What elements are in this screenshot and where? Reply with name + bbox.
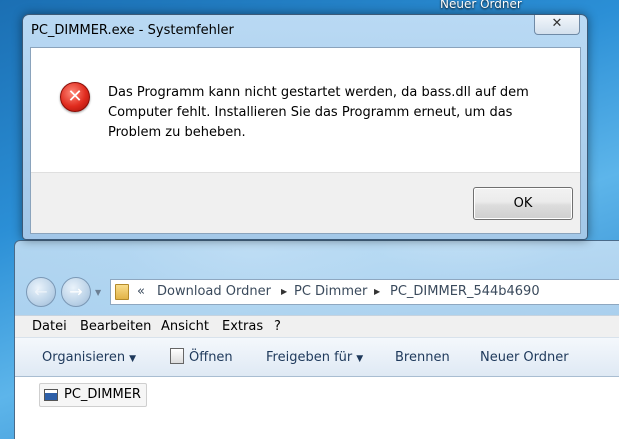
- file-name: PC_DIMMER: [64, 387, 141, 402]
- menu-bearbeiten[interactable]: Bearbeiten: [80, 316, 151, 338]
- file-item[interactable]: PC_DIMMER: [39, 383, 147, 407]
- application-icon: [44, 389, 58, 401]
- close-button[interactable]: ✕: [534, 15, 580, 35]
- explorer-window: ← → ▼ « Download Ordner ▶ PC Dimmer ▶ PC…: [14, 240, 619, 439]
- breadcrumb-download-ordner[interactable]: Download Ordner: [157, 280, 271, 304]
- error-dialog: PC_DIMMER.exe - Systemfehler ✕ ✕ Das Pro…: [22, 14, 588, 240]
- dialog-footer: OK: [31, 172, 580, 233]
- arrow-left-icon: ←: [34, 282, 48, 301]
- dialog-message-area: ✕ Das Programm kann nicht gestartet werd…: [31, 48, 580, 172]
- close-icon: ✕: [551, 16, 563, 31]
- menu-bar: Datei Bearbeiten Ansicht Extras ?: [15, 315, 619, 337]
- chevron-right-icon[interactable]: ▶: [374, 280, 380, 304]
- burn-button[interactable]: Brennen: [395, 338, 450, 378]
- chevron-right-icon[interactable]: ▶: [281, 280, 287, 304]
- arrow-right-icon: →: [69, 282, 83, 301]
- back-button[interactable]: ←: [26, 277, 56, 307]
- address-overflow[interactable]: «: [137, 280, 145, 304]
- desktop-icon-label[interactable]: Neuer Ordner: [440, 0, 522, 11]
- dialog-body: ✕ Das Programm kann nicht gestartet werd…: [30, 47, 581, 234]
- menu-datei[interactable]: Datei: [32, 316, 67, 338]
- address-bar[interactable]: « Download Ordner ▶ PC Dimmer ▶ PC_DIMME…: [110, 279, 619, 305]
- menu-ansicht[interactable]: Ansicht: [161, 316, 209, 338]
- caret-down-icon: ▼: [129, 354, 137, 364]
- caret-down-icon: ▼: [356, 354, 364, 364]
- dialog-title: PC_DIMMER.exe - Systemfehler: [31, 23, 234, 38]
- menu-extras[interactable]: Extras: [222, 316, 263, 338]
- folder-icon: [115, 284, 129, 300]
- chevron-down-icon[interactable]: ▼: [95, 288, 101, 297]
- error-icon: ✕: [60, 82, 90, 112]
- new-folder-button[interactable]: Neuer Ordner: [480, 338, 569, 378]
- breadcrumb-pc-dimmer[interactable]: PC Dimmer: [294, 280, 367, 304]
- file-list: PC_DIMMER: [15, 377, 619, 439]
- menu-help[interactable]: ?: [274, 316, 281, 338]
- open-icon: [170, 348, 184, 364]
- organize-button[interactable]: Organisieren ▼: [42, 338, 136, 379]
- dialog-message: Das Programm kann nicht gestartet werden…: [108, 85, 529, 140]
- open-button[interactable]: Öffnen: [170, 338, 233, 378]
- command-bar: Organisieren ▼ Öffnen Freigeben für ▼ Bren…: [15, 337, 619, 377]
- forward-button[interactable]: →: [61, 277, 91, 307]
- breadcrumb-pc-dimmer-folder[interactable]: PC_DIMMER_544b4690: [390, 280, 540, 304]
- share-button[interactable]: Freigeben für ▼: [266, 338, 363, 379]
- ok-button[interactable]: OK: [473, 187, 573, 220]
